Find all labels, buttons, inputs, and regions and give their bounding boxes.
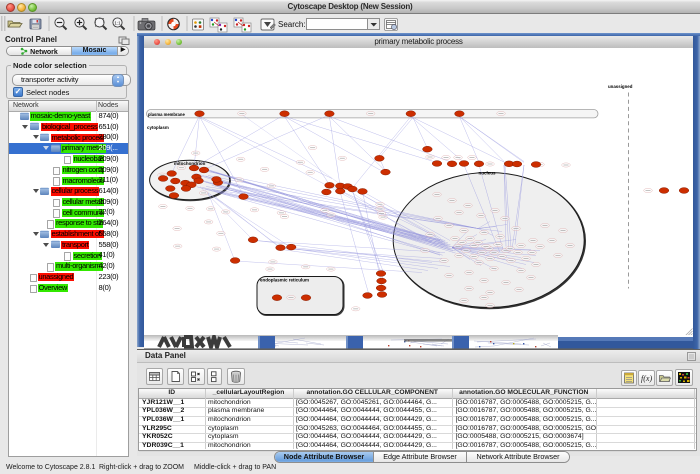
svg-text:Search:: Search: — [278, 20, 306, 29]
svg-text:1:1: 1:1 — [114, 21, 121, 26]
svg-text:endoplasmic reticulum: endoplasmic reticulum — [260, 277, 309, 282]
svg-text:plasma membrane: plasma membrane — [148, 111, 185, 116]
svg-text:cytoplasm: cytoplasm — [147, 125, 169, 130]
svg-text:mitochondrion: mitochondrion — [174, 160, 206, 165]
svg-text:unassigned: unassigned — [608, 84, 633, 89]
svg-text:f(x): f(x) — [641, 374, 652, 383]
svg-text:nucleus: nucleus — [478, 170, 496, 175]
